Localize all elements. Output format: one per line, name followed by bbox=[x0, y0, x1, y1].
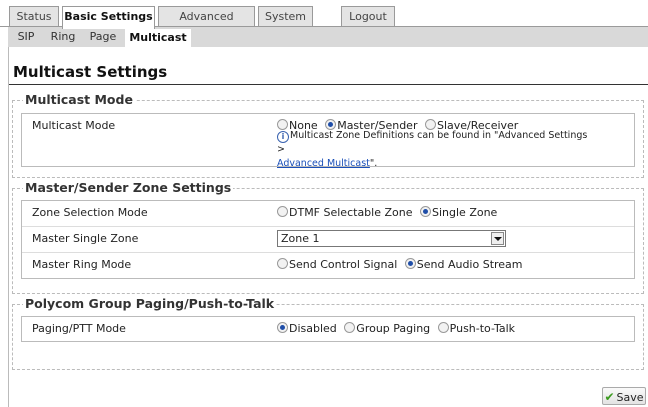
option-group-paging-label: Group Paging bbox=[356, 322, 431, 335]
zone-settings-legend: Master/Sender Zone Settings bbox=[23, 180, 234, 195]
radio-send-control-signal[interactable] bbox=[277, 258, 288, 269]
master-ring-mode-row: Master Ring Mode Send Control Signal Sen… bbox=[22, 252, 634, 277]
save-label: Save bbox=[616, 391, 644, 404]
master-single-zone-label: Master Single Zone bbox=[32, 232, 139, 245]
radio-push-to-talk[interactable] bbox=[437, 322, 449, 333]
zone-selection-row: Zone Selection Mode DTMF Selectable Zone… bbox=[22, 201, 634, 225]
zone-settings-panel: Zone Selection Mode DTMF Selectable Zone… bbox=[21, 200, 635, 279]
paging-option-disabled[interactable]: Disabled bbox=[277, 322, 337, 335]
tab-basic-settings[interactable]: Basic Settings bbox=[62, 6, 155, 29]
master-ring-mode-label: Master Ring Mode bbox=[32, 258, 132, 271]
option-dtmf-label: DTMF Selectable Zone bbox=[289, 206, 413, 219]
sub-nav: SIP Ring Page Multicast bbox=[8, 27, 648, 47]
top-nav: Status Basic Settings Advanced Settings … bbox=[0, 0, 648, 43]
option-control-label: Send Control Signal bbox=[289, 258, 398, 271]
title-divider bbox=[9, 84, 648, 85]
tab-status[interactable]: Status bbox=[9, 6, 59, 26]
multicast-mode-panel: Multicast Mode None Master/Sender Slave/… bbox=[21, 113, 635, 169]
save-button[interactable]: ✔ Save bbox=[602, 387, 646, 405]
chevron-down-icon[interactable] bbox=[491, 232, 504, 245]
multicast-mode-fieldset: Multicast Mode Multicast Mode None Maste… bbox=[12, 92, 644, 178]
paging-radios: Disabled Group Paging Push-to-Talk bbox=[277, 317, 519, 341]
paging-option-group[interactable]: Group Paging bbox=[344, 322, 430, 335]
radio-send-audio-stream[interactable] bbox=[404, 258, 416, 269]
paging-option-ptt[interactable]: Push-to-Talk bbox=[437, 322, 516, 335]
zone-option-single[interactable]: Single Zone bbox=[420, 206, 497, 219]
advanced-multicast-link[interactable]: Advanced Multicast bbox=[277, 158, 370, 169]
checkmark-icon: ✔ bbox=[604, 390, 615, 404]
zone-selection-radios: DTMF Selectable Zone Single Zone bbox=[277, 201, 501, 225]
note-text: Multicast Zone Definitions can be found … bbox=[277, 130, 588, 155]
multicast-zone-note: i Multicast Zone Definitions can be found… bbox=[277, 129, 597, 171]
multicast-mode-label: Multicast Mode bbox=[32, 119, 116, 132]
radio-group-paging[interactable] bbox=[344, 322, 356, 333]
option-disabled-label: Disabled bbox=[289, 322, 337, 335]
tab-system[interactable]: System bbox=[258, 6, 313, 26]
subtab-ring[interactable]: Ring bbox=[44, 27, 82, 47]
paging-legend: Polycom Group Paging/Push-to-Talk bbox=[23, 296, 277, 311]
radio-disabled[interactable] bbox=[277, 322, 288, 333]
info-icon: i bbox=[277, 131, 289, 143]
subtab-page[interactable]: Page bbox=[86, 27, 120, 47]
radio-single-zone[interactable] bbox=[420, 206, 431, 217]
subtab-multicast[interactable]: Multicast bbox=[125, 29, 191, 47]
master-single-zone-row: Master Single Zone Zone 1 bbox=[22, 226, 634, 251]
select-value: Zone 1 bbox=[281, 232, 320, 245]
tab-advanced-settings[interactable]: Advanced Settings bbox=[158, 6, 255, 43]
multicast-mode-legend: Multicast Mode bbox=[23, 92, 135, 107]
radio-dtmf[interactable] bbox=[277, 206, 288, 217]
ring-option-control[interactable]: Send Control Signal bbox=[277, 258, 397, 271]
paging-panel: Paging/PTT Mode Disabled Group Paging Pu… bbox=[21, 316, 635, 342]
paging-fieldset: Polycom Group Paging/Push-to-Talk Paging… bbox=[12, 296, 644, 370]
option-ptt-label: Push-to-Talk bbox=[449, 322, 516, 335]
zone-option-dtmf[interactable]: DTMF Selectable Zone bbox=[277, 206, 413, 219]
tab-logout[interactable]: Logout bbox=[341, 6, 395, 26]
main-content: Multicast Settings Multicast Mode Multic… bbox=[8, 47, 648, 407]
note-end: ". bbox=[369, 158, 378, 169]
page-title: Multicast Settings bbox=[13, 63, 168, 81]
master-single-zone-select[interactable]: Zone 1 bbox=[277, 230, 506, 247]
zone-settings-fieldset: Master/Sender Zone Settings Zone Selecti… bbox=[12, 180, 644, 294]
master-ring-mode-radios: Send Control Signal Send Audio Stream bbox=[277, 253, 527, 277]
subtab-sip[interactable]: SIP bbox=[12, 27, 40, 47]
paging-label: Paging/PTT Mode bbox=[32, 322, 126, 335]
zone-selection-label: Zone Selection Mode bbox=[32, 206, 148, 219]
ring-option-audio[interactable]: Send Audio Stream bbox=[404, 258, 523, 271]
option-single-zone-label: Single Zone bbox=[432, 206, 498, 219]
option-audio-label: Send Audio Stream bbox=[416, 258, 523, 271]
